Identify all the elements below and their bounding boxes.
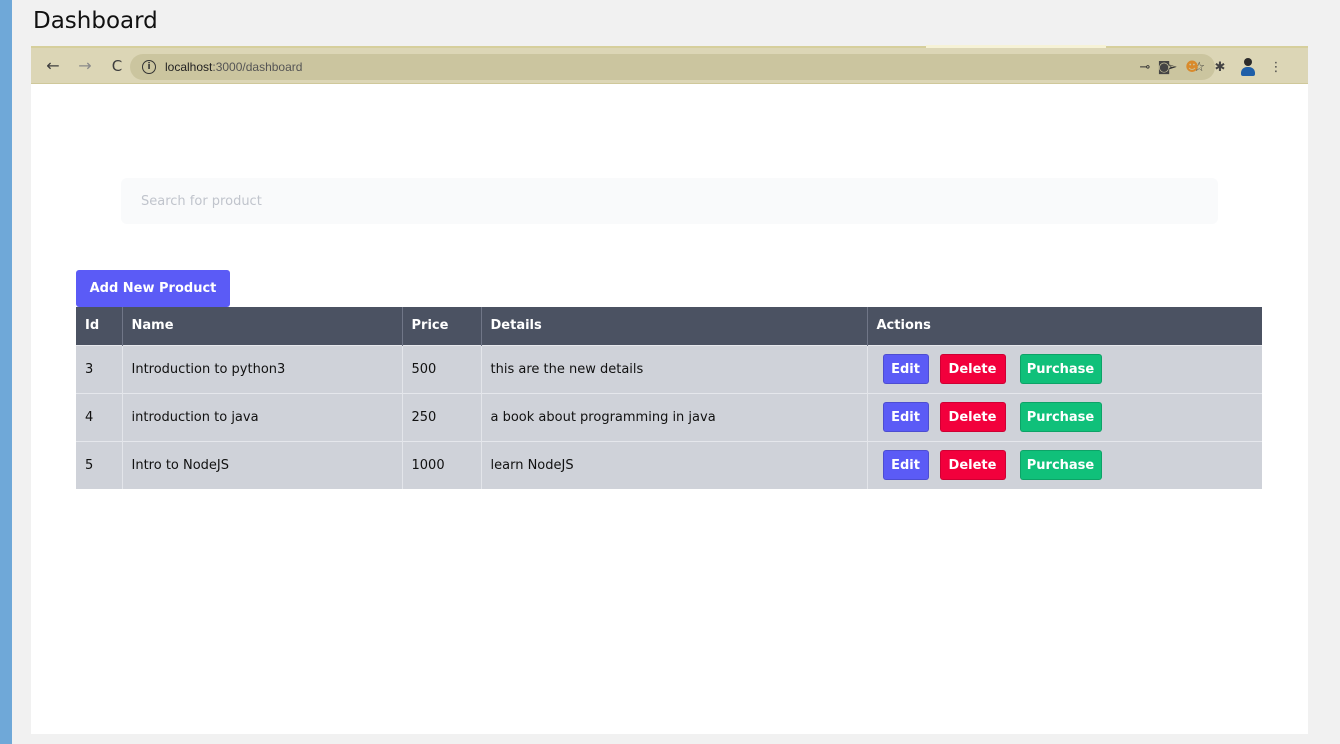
forward-arrow-icon[interactable]: → — [73, 54, 97, 78]
cell-price: 1000 — [402, 441, 482, 489]
header-actions: Actions — [876, 318, 931, 334]
search-input[interactable] — [141, 193, 1218, 209]
browser-toolbar: ← → C i localhost:3000/dashboard ⊸ ➢ ☆ ◙… — [31, 45, 1308, 84]
address-bar[interactable]: i localhost:3000/dashboard ⊸ ➢ ☆ — [130, 54, 1215, 80]
cell-actions: Edit Delete Purchase — [867, 441, 1262, 489]
profile-avatar-icon[interactable] — [1240, 58, 1256, 76]
reload-icon[interactable]: C — [105, 54, 129, 78]
window-title: Dashboard — [33, 8, 158, 34]
delete-button[interactable]: Delete — [939, 402, 1006, 432]
key-icon[interactable]: ⊸ — [1140, 60, 1151, 75]
purchase-button[interactable]: Purchase — [1019, 402, 1102, 432]
table-row: 5 Intro to NodeJS 1000 learn NodeJS Edit… — [76, 441, 1262, 489]
table-row: 4 introduction to java 250 a book about … — [76, 393, 1262, 441]
cell-name: Introduction to python3 — [122, 345, 403, 393]
cell-price: 250 — [402, 393, 482, 441]
cell-details: a book about programming in java — [481, 393, 868, 441]
purchase-button[interactable]: Purchase — [1019, 450, 1102, 481]
delete-button[interactable]: Delete — [939, 450, 1006, 481]
edit-button[interactable]: Edit — [882, 402, 929, 432]
cell-price: 500 — [402, 345, 482, 393]
cell-name: introduction to java — [122, 393, 403, 441]
url-path: :3000/dashboard — [212, 60, 303, 74]
camera-icon[interactable]: ◙ — [1156, 60, 1172, 75]
header-name: Name — [122, 307, 403, 345]
cell-details: learn NodeJS — [481, 441, 868, 489]
info-icon[interactable]: i — [142, 60, 156, 74]
edit-button[interactable]: Edit — [882, 450, 929, 481]
add-new-product-button[interactable]: Add New Product — [76, 270, 230, 307]
header-id: Id — [76, 307, 123, 345]
table-row: 3 Introduction to python3 500 this are t… — [76, 345, 1262, 393]
cell-id: 4 — [76, 393, 123, 441]
kebab-menu-icon[interactable]: ⋮ — [1268, 60, 1284, 75]
tab-edge — [926, 45, 1106, 48]
cell-details: this are the new details — [481, 345, 868, 393]
cell-actions: Edit Delete Purchase — [867, 393, 1262, 441]
page-content: Add New Product Id Name Price Details Ac… — [31, 84, 1308, 734]
cell-actions: Edit Delete Purchase — [867, 345, 1262, 393]
cell-id: 5 — [76, 441, 123, 489]
purchase-button[interactable]: Purchase — [1019, 354, 1102, 384]
search-box — [121, 178, 1218, 224]
cell-name: Intro to NodeJS — [122, 441, 403, 489]
url-text[interactable]: localhost:3000/dashboard — [165, 60, 302, 74]
puzzle-icon[interactable]: ✱ — [1212, 60, 1228, 75]
extension-icons: ◙ ☻ ✱ ⋮ — [1156, 56, 1284, 78]
edit-button[interactable]: Edit — [882, 354, 929, 384]
header-price: Price — [402, 307, 482, 345]
products-table: Id Name Price Details Actions 3 Introduc… — [76, 307, 1262, 489]
delete-button[interactable]: Delete — [939, 354, 1006, 384]
extension-face-icon[interactable]: ☻ — [1184, 60, 1200, 75]
header-details: Details — [481, 307, 868, 345]
window-accent-bar — [0, 0, 12, 744]
browser-window: ← → C i localhost:3000/dashboard ⊸ ➢ ☆ ◙… — [31, 45, 1308, 734]
back-arrow-icon[interactable]: ← — [41, 54, 65, 78]
cell-id: 3 — [76, 345, 123, 393]
table-header-row: Id Name Price Details Actions — [76, 307, 1262, 345]
url-host: localhost — [165, 60, 213, 74]
